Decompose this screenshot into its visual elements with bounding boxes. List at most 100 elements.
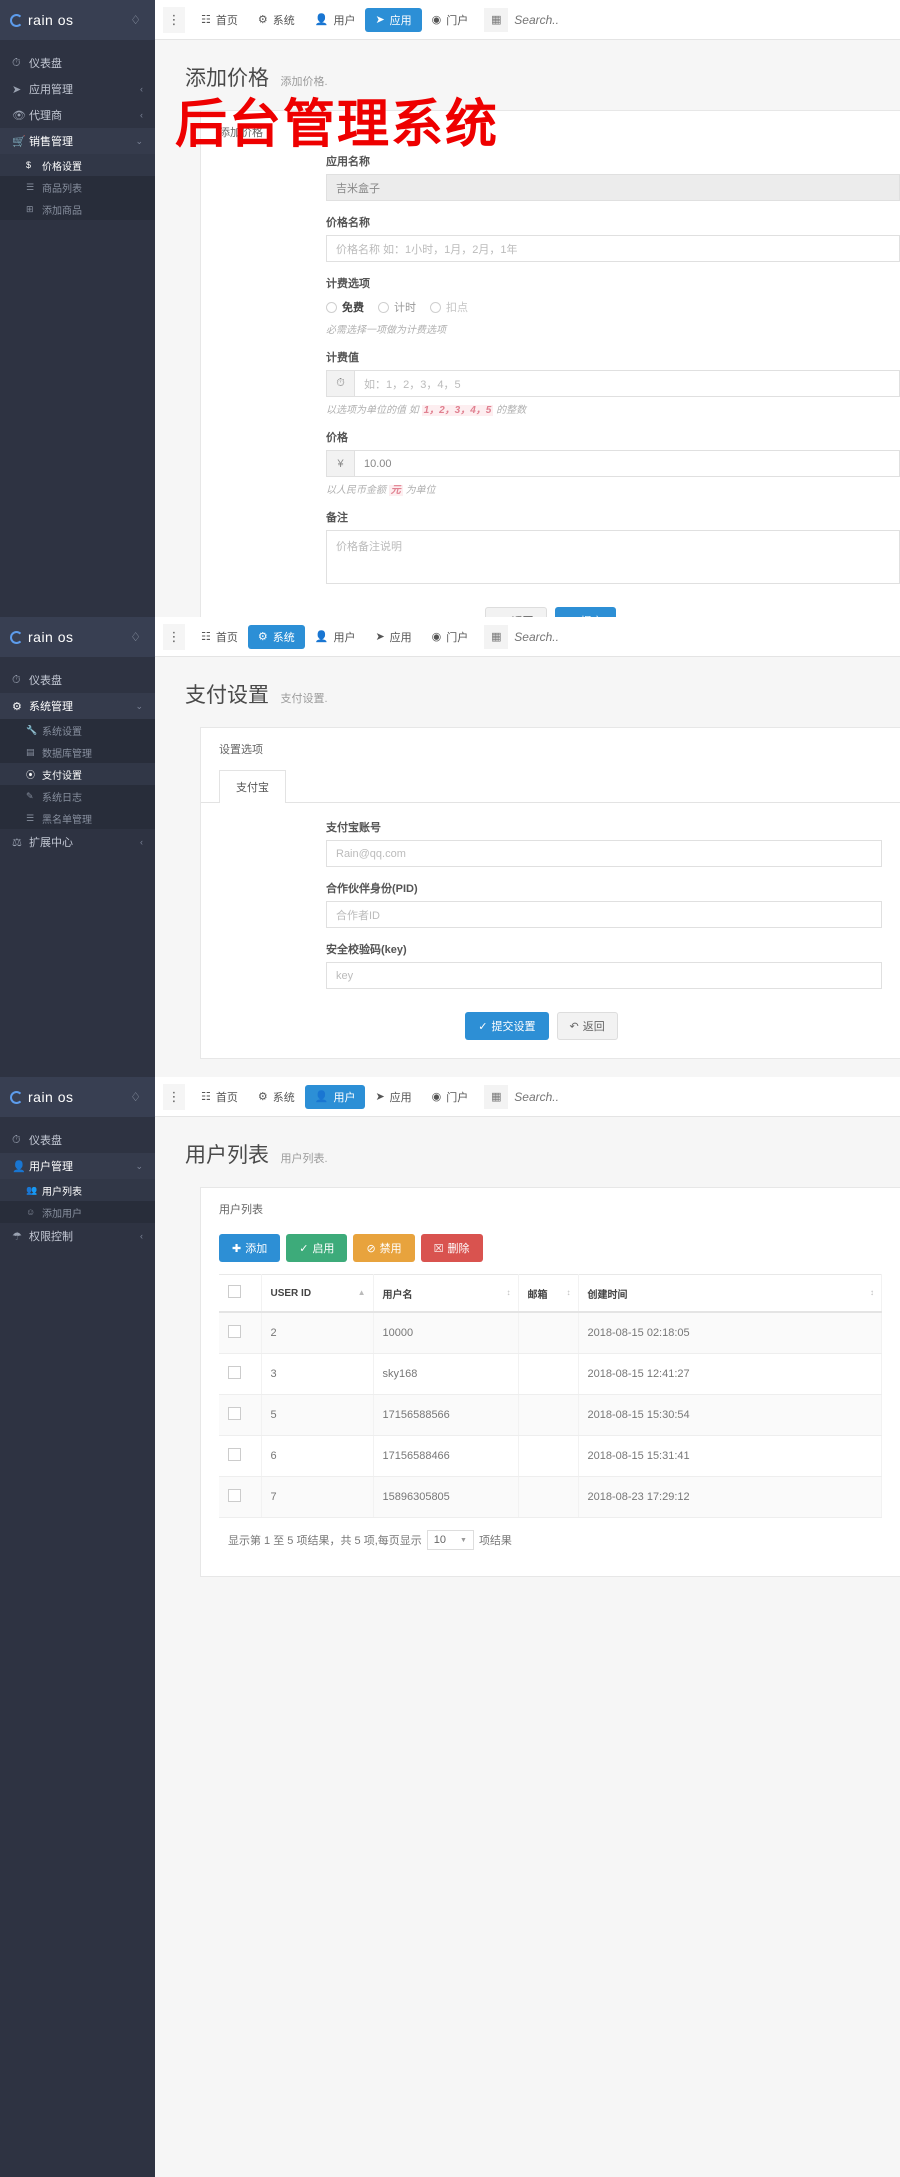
topnav-item-portal[interactable]: ◉ 门户 bbox=[422, 8, 479, 32]
row-checkbox-cell[interactable] bbox=[219, 1394, 262, 1436]
topnav-item-portal[interactable]: ◉ 门户 bbox=[422, 1085, 479, 1109]
table-row[interactable]: 2 10000 2018-08-15 02:18:05 bbox=[219, 1312, 882, 1354]
row-checkbox-cell[interactable] bbox=[219, 1312, 262, 1354]
sort-asc-icon[interactable]: ▲ bbox=[358, 1289, 366, 1297]
sidebar-item-extensions[interactable]: ⚖ 扩展中心 ‹ bbox=[0, 829, 155, 855]
th-user-id[interactable]: USER ID ▲ bbox=[261, 1274, 374, 1313]
app-name-input[interactable]: 吉米盒子 bbox=[326, 174, 900, 201]
topnav-item-home[interactable]: ☷ 首页 bbox=[191, 1085, 248, 1109]
sidebar-subitem-add-product[interactable]: ⊞ 添加商品 bbox=[0, 198, 155, 220]
grid-icon[interactable]: ▦ bbox=[484, 624, 509, 649]
page-size-select[interactable]: 10 ▼ bbox=[426, 1530, 474, 1550]
sidebar-item-user-manage[interactable]: 👤 用户管理 ⌄ bbox=[0, 1153, 155, 1179]
topnav-item-user[interactable]: 👤 用户 bbox=[305, 625, 366, 649]
topnav-item-home[interactable]: ☷ 首页 bbox=[191, 625, 248, 649]
submit-settings-button[interactable]: ✓ 提交设置 bbox=[465, 1012, 549, 1040]
sort-icon[interactable]: ↕ bbox=[507, 1289, 511, 1297]
droplet-icon[interactable]: ♢ bbox=[130, 13, 141, 27]
sidebar-subitem-user-list[interactable]: 👥 用户列表 bbox=[0, 1179, 155, 1201]
back-button[interactable]: ↶ 返回 bbox=[556, 1012, 618, 1040]
vertical-dots-icon[interactable]: ⋮ bbox=[163, 623, 185, 650]
chevron-down-icon: ⌄ bbox=[135, 1160, 143, 1171]
sidebar-item-app-manage[interactable]: ➤ 应用管理 ‹ bbox=[0, 76, 155, 102]
sidebar-subitem-add-user[interactable]: ☺ 添加用户 bbox=[0, 1201, 155, 1223]
disable-user-button[interactable]: ⊘ 禁用 bbox=[353, 1234, 415, 1262]
row-checkbox[interactable] bbox=[228, 1407, 241, 1420]
droplet-icon[interactable]: ♢ bbox=[130, 630, 141, 644]
tab-alipay[interactable]: 支付宝 bbox=[219, 770, 286, 803]
topnav-label: 首页 bbox=[215, 631, 238, 644]
topnav-item-app[interactable]: ➤ 应用 bbox=[365, 7, 422, 32]
sort-icon[interactable]: ↕ bbox=[567, 1289, 571, 1297]
row-checkbox-cell[interactable] bbox=[219, 1353, 262, 1395]
price-input[interactable]: 10.00 bbox=[354, 450, 900, 477]
vertical-dots-icon[interactable]: ⋮ bbox=[163, 1083, 185, 1110]
topnav-item-system[interactable]: ⚙ 系统 bbox=[248, 8, 305, 32]
billing-value-input[interactable]: 如：1，2，3，4，5 bbox=[354, 370, 900, 397]
back-button[interactable]: ↶ 返回 bbox=[485, 607, 547, 617]
select-all-checkbox[interactable] bbox=[228, 1285, 241, 1298]
enable-user-button[interactable]: ✓ 启用 bbox=[286, 1234, 348, 1262]
topnav-item-system[interactable]: ⚙ 系统 bbox=[248, 1085, 305, 1109]
topnav-item-app[interactable]: ➤ 应用 bbox=[365, 625, 421, 649]
sidebar-subitem-logs[interactable]: ✎ 系统日志 bbox=[0, 785, 155, 807]
sidebar-item-permissions[interactable]: ☂ 权限控制 ‹ bbox=[0, 1223, 155, 1249]
sidebar-subitem-payment[interactable]: ⦿ 支付设置 bbox=[0, 763, 155, 785]
table-row[interactable]: 3 sky168 2018-08-15 12:41:27 bbox=[219, 1353, 882, 1395]
row-checkbox-cell[interactable] bbox=[219, 1476, 262, 1518]
search-input[interactable] bbox=[514, 1089, 900, 1104]
sidebar-subitem-price-setting[interactable]: $ 价格设置 bbox=[0, 154, 155, 176]
vertical-dots-icon[interactable]: ⋮ bbox=[163, 6, 185, 33]
grid-icon[interactable]: ▦ bbox=[484, 1084, 509, 1109]
delete-user-button[interactable]: ☒ 删除 bbox=[420, 1234, 483, 1262]
page-subtitle: 支付设置. bbox=[280, 693, 328, 705]
topnav-item-portal[interactable]: ◉ 门户 bbox=[422, 625, 479, 649]
row-checkbox[interactable] bbox=[228, 1448, 241, 1461]
row-checkbox-cell[interactable] bbox=[219, 1435, 262, 1477]
sidebar-item-dashboard[interactable]: ⏱ 仪表盘 bbox=[0, 667, 155, 693]
search-input[interactable] bbox=[514, 12, 900, 27]
sidebar-subitem-product-list[interactable]: ☰ 商品列表 bbox=[0, 176, 155, 198]
sidebar-item-dashboard[interactable]: ⏱ 仪表盘 bbox=[0, 1127, 155, 1153]
topnav-item-system[interactable]: ⚙ 系统 bbox=[247, 624, 305, 649]
th-email[interactable]: 邮箱 ↕ bbox=[518, 1274, 579, 1313]
remark-textarea[interactable]: 价格备注说明 bbox=[326, 530, 900, 584]
chevron-left-icon: ‹ bbox=[140, 837, 143, 847]
submit-button[interactable]: ✓ 提交 bbox=[554, 607, 616, 617]
sidebar-subitem-blacklist[interactable]: ☰ 黑名单管理 bbox=[0, 807, 155, 829]
sidebar-subitem-system-settings[interactable]: 🔧 系统设置 bbox=[0, 719, 155, 741]
row-checkbox[interactable] bbox=[228, 1325, 241, 1338]
th-created[interactable]: 创建时间 ↕ bbox=[578, 1274, 882, 1313]
th-select-all[interactable] bbox=[219, 1274, 262, 1313]
th-username[interactable]: 用户名 ↕ bbox=[373, 1274, 519, 1313]
key-input[interactable]: key bbox=[326, 962, 882, 989]
search-input[interactable] bbox=[514, 629, 900, 644]
row-checkbox[interactable] bbox=[228, 1366, 241, 1379]
sidebar-item-dashboard[interactable]: ⏱ 仪表盘 bbox=[0, 50, 155, 76]
radio-free[interactable]: 免费 bbox=[326, 299, 364, 315]
table-row[interactable]: 6 17156588466 2018-08-15 15:31:41 bbox=[219, 1435, 882, 1477]
sidebar-subitem-database[interactable]: ▤ 数据库管理 bbox=[0, 741, 155, 763]
alipay-account-input[interactable]: Rain@qq.com bbox=[326, 840, 882, 867]
sidebar-item-agent[interactable]: 👁 代理商 ‹ bbox=[0, 102, 155, 128]
topnav-item-app[interactable]: ➤ 应用 bbox=[365, 1085, 421, 1109]
table-row[interactable]: 7 15896305805 2018-08-23 17:29:12 bbox=[219, 1476, 882, 1518]
row-checkbox[interactable] bbox=[228, 1489, 241, 1502]
pid-input[interactable]: 合作者ID bbox=[326, 901, 882, 928]
sidebar-item-sales[interactable]: 🛒 销售管理 ⌄ bbox=[0, 128, 155, 154]
radio-points[interactable]: 扣点 bbox=[430, 299, 468, 315]
price-name-input[interactable]: 价格名称 如：1小时，1月，2月，1年 bbox=[326, 235, 900, 262]
topnav-item-user[interactable]: 👤 用户 bbox=[304, 1084, 366, 1109]
brand-header[interactable]: rain os ♢ bbox=[0, 0, 155, 40]
radio-timed[interactable]: 计时 bbox=[378, 299, 416, 315]
droplet-icon[interactable]: ♢ bbox=[130, 1090, 141, 1104]
grid-icon[interactable]: ▦ bbox=[484, 7, 509, 32]
brand-header[interactable]: rain os ♢ bbox=[0, 617, 155, 657]
sidebar-item-system-manage[interactable]: ⚙ 系统管理 ⌄ bbox=[0, 693, 155, 719]
table-row[interactable]: 5 17156588566 2018-08-15 15:30:54 bbox=[219, 1394, 882, 1436]
topnav-item-home[interactable]: ☷ 首页 bbox=[191, 8, 248, 32]
sort-icon[interactable]: ↕ bbox=[870, 1289, 874, 1297]
topnav-item-user[interactable]: 👤 用户 bbox=[305, 8, 366, 32]
add-user-button[interactable]: ✚ 添加 bbox=[219, 1234, 281, 1262]
brand-header[interactable]: rain os ♢ bbox=[0, 1077, 155, 1117]
